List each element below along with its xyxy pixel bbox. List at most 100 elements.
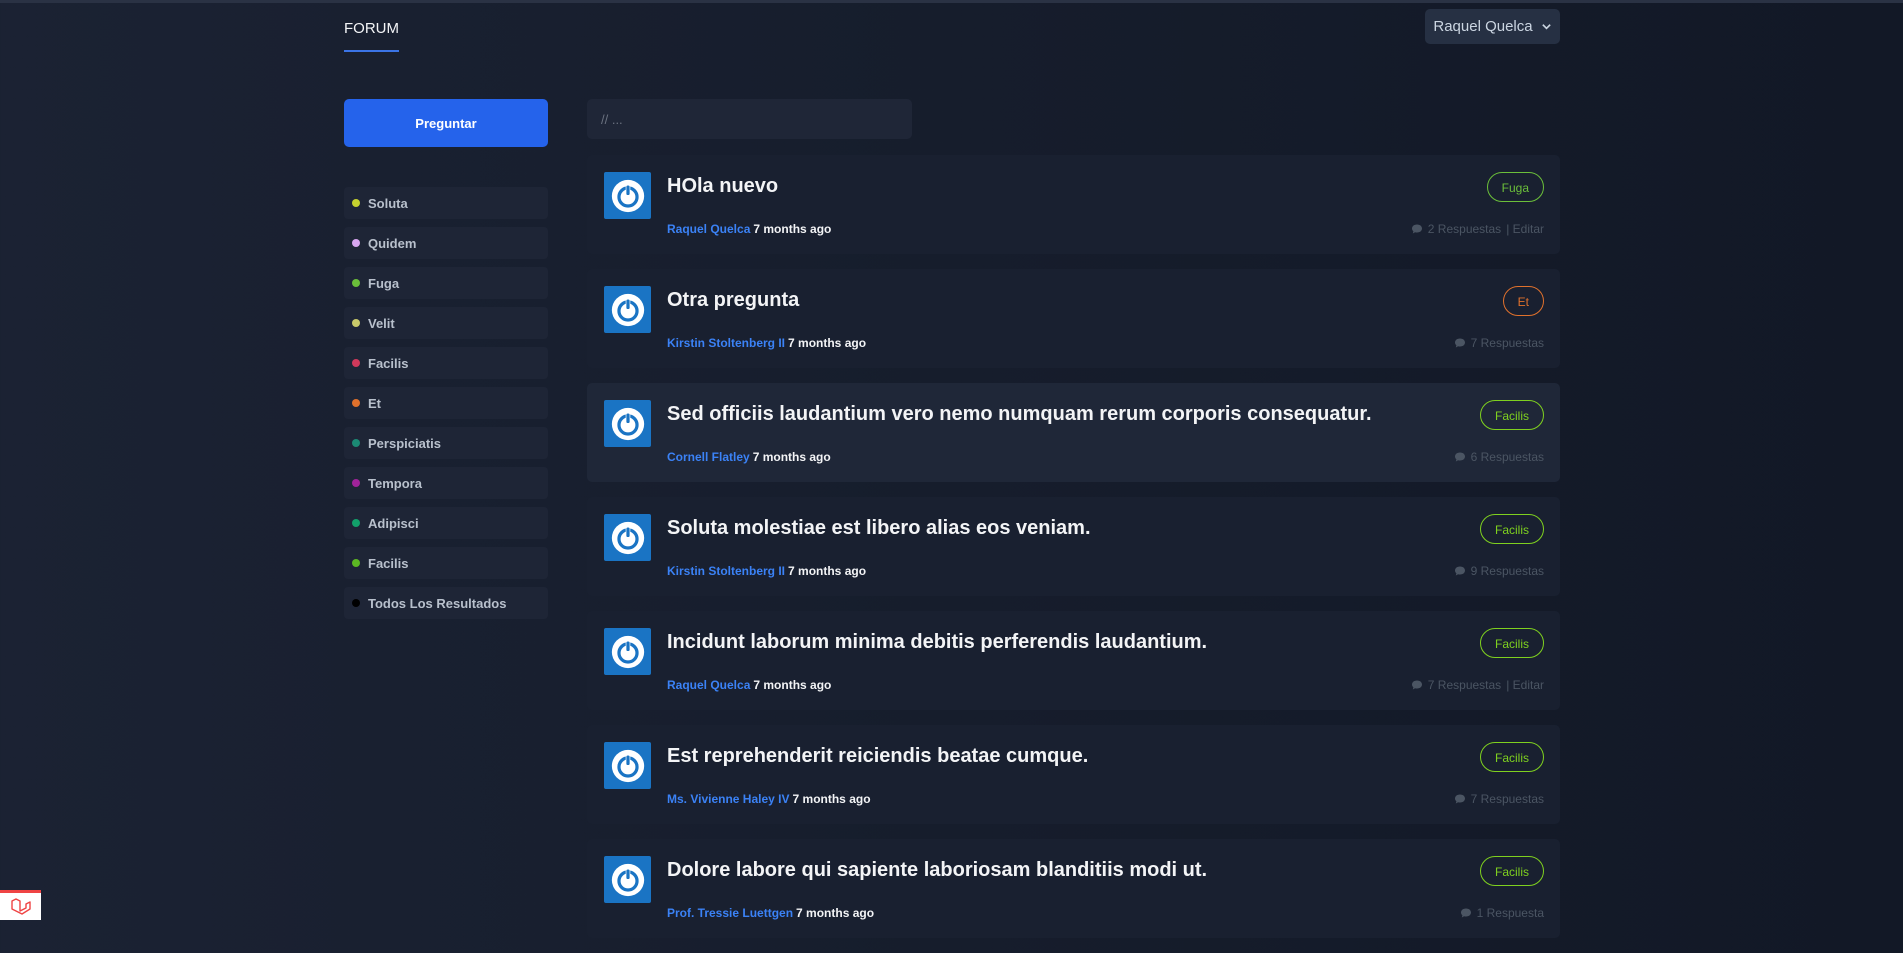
avatar[interactable] — [604, 400, 651, 447]
category-dot — [352, 479, 360, 487]
category-item[interactable]: Perspiciatis — [344, 427, 548, 459]
thread-time: 7 months ago — [796, 906, 875, 920]
category-item[interactable]: Facilis — [344, 347, 548, 379]
thread-card[interactable]: Est reprehenderit reiciendis beatae cumq… — [587, 725, 1560, 824]
category-item[interactable]: Fuga — [344, 267, 548, 299]
laravel-logo[interactable] — [0, 890, 41, 920]
thread-card[interactable]: Sed officiis laudantium vero nemo numqua… — [587, 383, 1560, 482]
category-item[interactable]: Et — [344, 387, 548, 419]
thread-tag[interactable]: Et — [1502, 286, 1544, 316]
avatar[interactable] — [604, 856, 651, 903]
category-label: Todos Los Resultados — [368, 595, 507, 611]
thread-meta: Kirstin Stoltenberg II 7 months ago — [667, 564, 866, 578]
category-dot — [352, 279, 360, 287]
thread-stats: 7 Respuestas | Editar — [1411, 678, 1544, 692]
search-input[interactable] — [587, 99, 912, 139]
thread-time: 7 months ago — [788, 336, 867, 350]
category-item[interactable]: Tempora — [344, 467, 548, 499]
thread-tag[interactable]: Facilis — [1479, 628, 1544, 658]
thread-title[interactable]: Incidunt laborum minima debitis perferen… — [667, 631, 1207, 654]
reply-count: 7 Respuestas — [1470, 792, 1544, 806]
category-dot — [352, 199, 360, 207]
edit-link[interactable]: | Editar — [1506, 222, 1544, 236]
category-dot — [352, 239, 360, 247]
category-list: Soluta Quidem Fuga Velit Facilis Et Perspiciat… — [344, 187, 548, 627]
thread-card[interactable]: Dolore labore qui sapiente laboriosam bl… — [587, 839, 1560, 938]
avatar[interactable] — [604, 514, 651, 561]
thread-stats: 6 Respuestas — [1454, 450, 1544, 464]
thread-author[interactable]: Kirstin Stoltenberg II — [667, 564, 785, 578]
thread-card[interactable]: Otra pregunta Kirstin Stoltenberg II 7 mon… — [587, 269, 1560, 368]
avatar[interactable] — [604, 172, 651, 219]
thread-title[interactable]: HOla nuevo — [667, 175, 778, 198]
thread-title[interactable]: Est reprehenderit reiciendis beatae cumq… — [667, 745, 1088, 768]
thread-stats: 7 Respuestas — [1454, 792, 1544, 806]
tab-forum[interactable]: FORUM — [344, 14, 399, 52]
thread-meta: Cornell Flatley 7 months ago — [667, 450, 831, 464]
thread-meta: Raquel Quelca 7 months ago — [667, 222, 831, 236]
thread-author[interactable]: Raquel Quelca — [667, 678, 750, 692]
laravel-icon — [10, 897, 31, 915]
category-item[interactable]: Facilis — [344, 547, 548, 579]
power-avatar-icon — [611, 521, 644, 554]
category-dot — [352, 359, 360, 367]
category-item[interactable]: Quidem — [344, 227, 548, 259]
power-avatar-icon — [611, 863, 644, 896]
thread-meta: Kirstin Stoltenberg II 7 months ago — [667, 336, 866, 350]
comment-icon — [1454, 566, 1465, 576]
thread-tag[interactable]: Facilis — [1479, 742, 1544, 772]
thread-author[interactable]: Cornell Flatley — [667, 450, 750, 464]
category-label: Et — [368, 395, 381, 411]
thread-author[interactable]: Ms. Vivienne Haley IV — [667, 792, 790, 806]
thread-card[interactable]: Soluta molestiae est libero alias eos ve… — [587, 497, 1560, 596]
avatar[interactable] — [604, 742, 651, 789]
thread-stats: 2 Respuestas | Editar — [1411, 222, 1544, 236]
power-avatar-icon — [611, 293, 644, 326]
power-avatar-icon — [611, 407, 644, 440]
ask-question-button[interactable]: Preguntar — [344, 99, 548, 147]
category-label: Velit — [368, 315, 395, 331]
thread-author[interactable]: Prof. Tressie Luettgen — [667, 906, 793, 920]
thread-title[interactable]: Dolore labore qui sapiente laboriosam bl… — [667, 859, 1207, 882]
comment-icon — [1454, 794, 1465, 804]
power-avatar-icon — [611, 635, 644, 668]
category-label: Facilis — [368, 355, 409, 371]
category-dot — [352, 319, 360, 327]
thread-title[interactable]: Sed officiis laudantium vero nemo numqua… — [667, 403, 1372, 426]
reply-count: 7 Respuestas — [1470, 336, 1544, 350]
category-item[interactable]: Velit — [344, 307, 548, 339]
reply-count: 2 Respuestas — [1427, 222, 1502, 236]
thread-card[interactable]: HOla nuevo Raquel Quelca 7 months ago Fuga 2… — [587, 155, 1560, 254]
category-dot — [352, 399, 360, 407]
user-menu-button[interactable]: Raquel Quelca — [1425, 9, 1560, 44]
thread-card[interactable]: Incidunt laborum minima debitis perferen… — [587, 611, 1560, 710]
thread-title[interactable]: Soluta molestiae est libero alias eos ve… — [667, 517, 1091, 540]
thread-tag[interactable]: Facilis — [1479, 400, 1544, 430]
comment-icon — [1411, 224, 1422, 234]
reply-count: 1 Respuesta — [1476, 906, 1544, 920]
reply-count: 9 Respuestas — [1470, 564, 1544, 578]
thread-time: 7 months ago — [753, 222, 832, 236]
thread-time: 7 months ago — [753, 678, 832, 692]
thread-tag[interactable]: Facilis — [1479, 514, 1544, 544]
thread-tag[interactable]: Facilis — [1479, 856, 1544, 886]
thread-meta: Ms. Vivienne Haley IV 7 months ago — [667, 792, 871, 806]
thread-author[interactable]: Raquel Quelca — [667, 222, 750, 236]
edit-link[interactable]: | Editar — [1506, 678, 1544, 692]
user-name: Raquel Quelca — [1433, 18, 1533, 35]
thread-meta: Prof. Tressie Luettgen 7 months ago — [667, 906, 874, 920]
category-dot — [352, 439, 360, 447]
thread-stats: 7 Respuestas — [1454, 336, 1544, 350]
thread-title[interactable]: Otra pregunta — [667, 289, 799, 312]
avatar[interactable] — [604, 628, 651, 675]
category-item[interactable]: Todos Los Resultados — [344, 587, 548, 619]
thread-author[interactable]: Kirstin Stoltenberg II — [667, 336, 785, 350]
comment-icon — [1454, 338, 1465, 348]
category-item[interactable]: Adipisci — [344, 507, 548, 539]
thread-tag[interactable]: Fuga — [1486, 172, 1544, 202]
category-label: Adipisci — [368, 515, 419, 531]
thread-stats: 9 Respuestas — [1454, 564, 1544, 578]
category-label: Quidem — [368, 235, 417, 251]
avatar[interactable] — [604, 286, 651, 333]
category-item[interactable]: Soluta — [344, 187, 548, 219]
